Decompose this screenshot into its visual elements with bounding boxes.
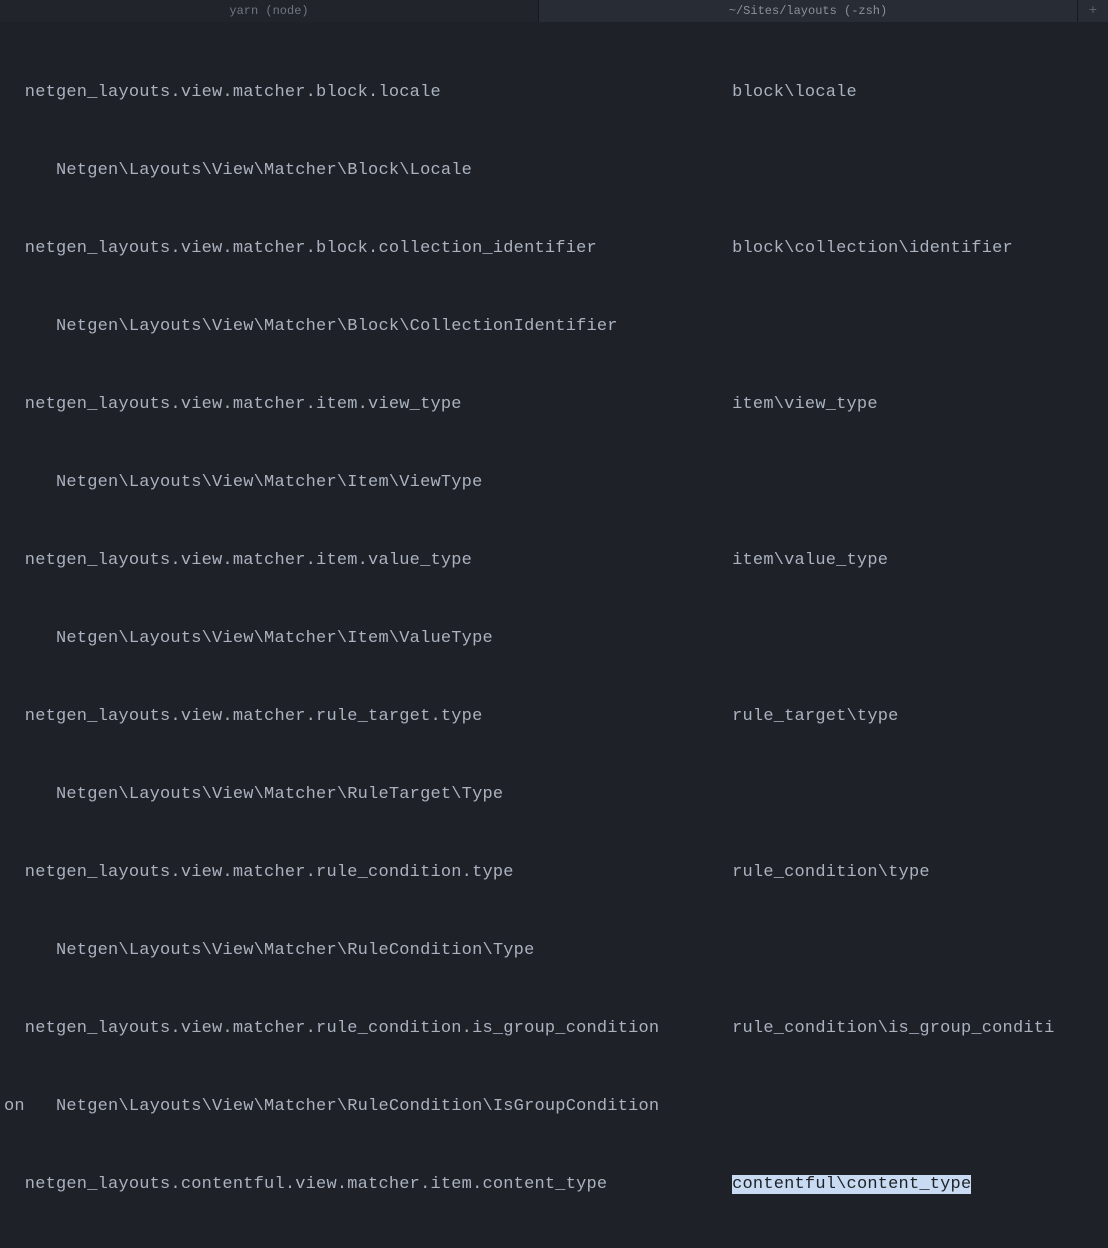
plus-icon: +	[1089, 0, 1097, 24]
tab-yarn[interactable]: yarn (node)	[0, 0, 539, 22]
terminal-line: netgen_layouts.view.matcher.block.collec…	[4, 236, 1104, 262]
terminal-line: Netgen\Layouts\View\Matcher\RuleTarget\T…	[4, 782, 1104, 808]
tab-label: yarn (node)	[229, 0, 308, 24]
terminal-line: Netgen\Layouts\View\Matcher\Item\ValueTy…	[4, 626, 1104, 652]
terminal-line: netgen_layouts.view.matcher.rule_conditi…	[4, 1016, 1104, 1042]
terminal-line: on Netgen\Layouts\View\Matcher\RuleCondi…	[4, 1094, 1104, 1120]
terminal-line-highlighted: netgen_layouts.contentful.view.matcher.i…	[4, 1172, 1104, 1198]
tab-add-button[interactable]: +	[1078, 0, 1108, 22]
tab-bar: yarn (node) ~/Sites/layouts (-zsh) +	[0, 0, 1108, 22]
tab-layouts[interactable]: ~/Sites/layouts (-zsh)	[539, 0, 1078, 22]
terminal-line: Netgen\Layouts\View\Matcher\Item\ViewTyp…	[4, 470, 1104, 496]
text-selection: contentful\content_type	[732, 1175, 971, 1194]
terminal-output[interactable]: netgen_layouts.view.matcher.block.locale…	[0, 22, 1108, 1248]
terminal-line: Netgen\Layouts\View\Matcher\Block\Collec…	[4, 314, 1104, 340]
terminal-line: netgen_layouts.view.matcher.item.view_ty…	[4, 392, 1104, 418]
tab-label: ~/Sites/layouts (-zsh)	[729, 0, 887, 24]
terminal-line: netgen_layouts.view.matcher.block.locale…	[4, 80, 1104, 106]
terminal-line: netgen_layouts.view.matcher.rule_target.…	[4, 704, 1104, 730]
terminal-line: Netgen\Layouts\View\Matcher\RuleConditio…	[4, 938, 1104, 964]
terminal-line: netgen_layouts.view.matcher.item.value_t…	[4, 548, 1104, 574]
terminal-line: netgen_layouts.view.matcher.rule_conditi…	[4, 860, 1104, 886]
terminal-line: Netgen\Layouts\View\Matcher\Block\Locale	[4, 158, 1104, 184]
